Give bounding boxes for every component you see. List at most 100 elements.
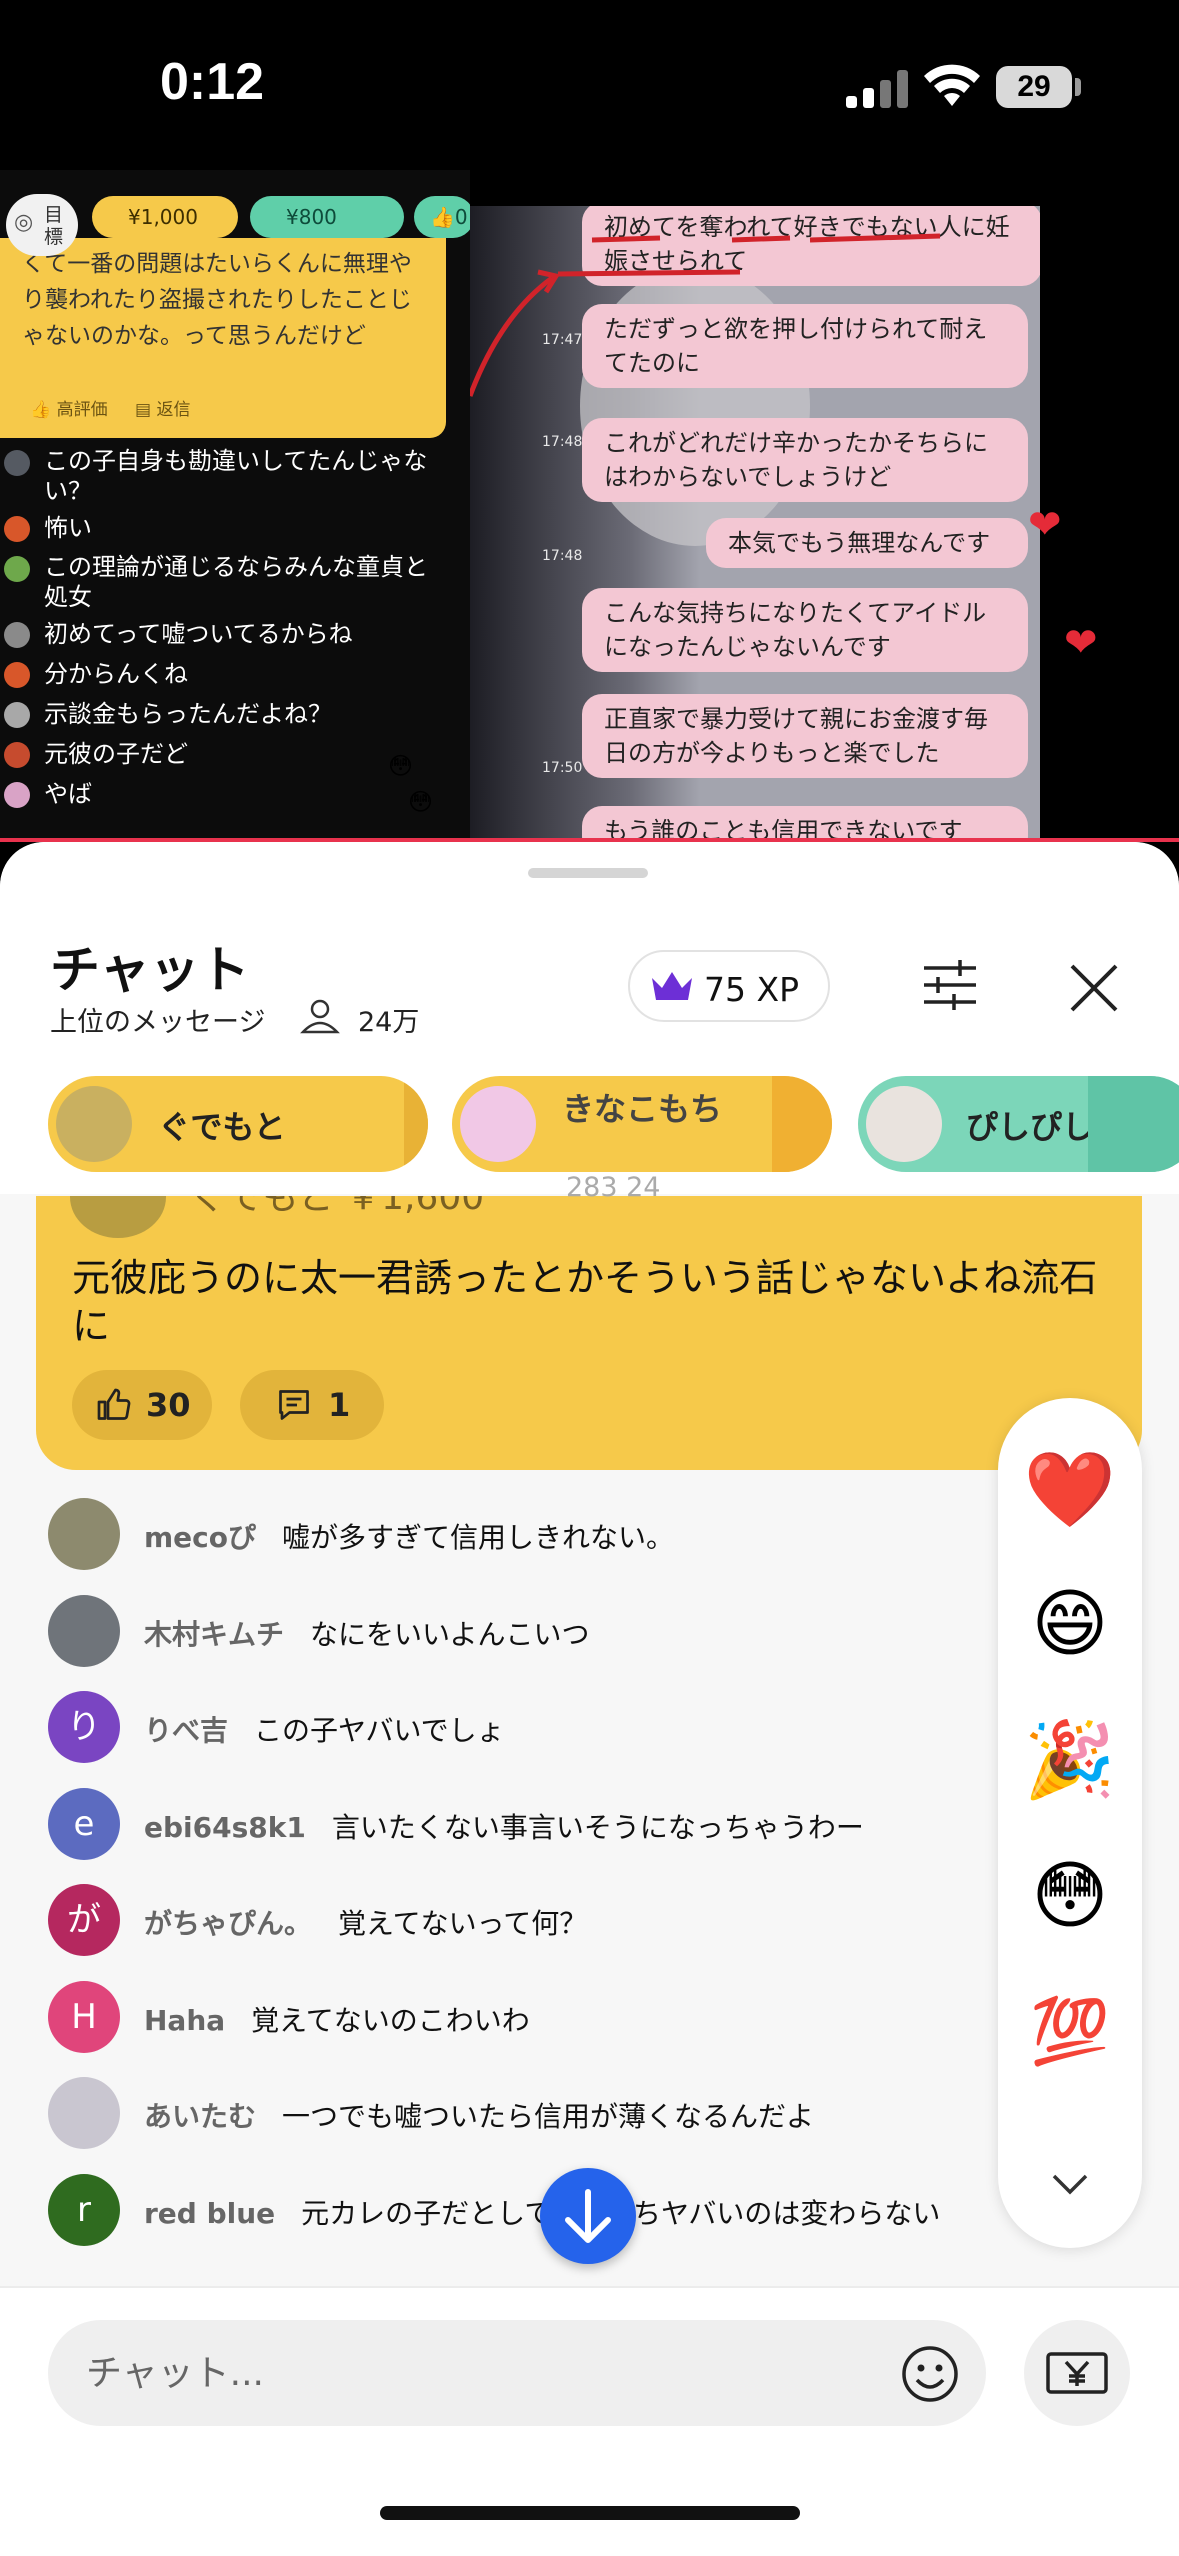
video-reply-label: 返信 xyxy=(156,400,191,420)
message-avatar[interactable]: り xyxy=(48,1691,120,1763)
status-time: 0:12 xyxy=(160,53,265,111)
like-button[interactable]: 30 xyxy=(72,1370,212,1440)
video-comment-avatar xyxy=(4,782,30,808)
chat-message[interactable]: あいたむ 一つでも嘘ついたら信用が薄くなるんだよ xyxy=(0,2077,1000,2174)
floating-heart-icon: ❤ xyxy=(1028,502,1062,548)
grin-reaction-icon[interactable]: 😄 xyxy=(1022,1576,1118,1672)
tier-chip-3-label: 0 xyxy=(454,205,468,229)
message-avatar[interactable] xyxy=(48,1498,120,1570)
message-bubble-text: これがどれだけ辛かったかそちらにはわからないでしょうけど xyxy=(604,429,988,491)
message-author[interactable]: ebi64s8k1 xyxy=(144,1811,306,1844)
video-comment-avatar xyxy=(4,450,30,476)
chat-filter-label[interactable]: 上位のメッセージ xyxy=(50,1000,265,1039)
xp-badge[interactable]: 75 XP xyxy=(628,950,830,1022)
highlight-avatar xyxy=(70,1196,166,1238)
message-author[interactable]: りべ吉 xyxy=(144,1714,228,1747)
message-text: なにをいいよんこいつ xyxy=(310,1617,590,1651)
video-comment-text: 初めてって嘘ついてるからね xyxy=(44,620,353,648)
video-comment-avatar xyxy=(4,622,30,648)
video-comment-text: この子自身も勘違いしてたんじゃない？ xyxy=(44,447,428,505)
message-text: 覚えてないって何？ xyxy=(338,1907,588,1940)
video-comment: 示談金もらったんだよね？ xyxy=(0,694,470,734)
pinned-user-name: ぴしぴし xyxy=(966,1108,1095,1146)
video-left-panel: くて一番の問題はたいらくんに無理やり襲われたり盗撮されたりしたことじゃないのかな… xyxy=(0,170,470,840)
reply-count: 1 xyxy=(328,1386,351,1424)
settings-sliders-icon[interactable] xyxy=(920,958,980,1012)
xp-value: 75 XP xyxy=(704,970,799,1009)
pinned-overlap-counts: 283 24 xyxy=(566,1172,661,1203)
party-popper-reaction-icon[interactable]: 🎉 xyxy=(1022,1712,1118,1808)
live-video[interactable]: くて一番の問題はたいらくんに無理やり襲われたり盗撮されたりしたことじゃないのかな… xyxy=(0,170,1179,840)
tier-chip-1000: ¥1,000 xyxy=(92,196,238,238)
video-comment: 分からんくね xyxy=(0,654,470,694)
highlighted-super-chat[interactable]: ぐでもと ￥1,600 元彼庇うのに太一君誘ったとかそういう話じゃないよね流石に… xyxy=(36,1196,1142,1470)
message-author[interactable]: 木村キムチ xyxy=(144,1618,284,1651)
video-right-panel: 初めてを奪われて好きでもない人に妊娠させられて ただずっと欲を押し付けられて耐え… xyxy=(470,206,1040,840)
super-chat-button[interactable] xyxy=(1024,2320,1130,2426)
chat-message[interactable]: が がちゃぴん。 覚えてないって何？ xyxy=(0,1884,1000,1981)
video-super-chat-text: くて一番の問題はたいらくんに無理やり襲われたり盗撮されたりしたことじゃないのかな… xyxy=(22,251,412,349)
emoji-picker-icon[interactable] xyxy=(900,2344,960,2404)
chat-composer xyxy=(0,2286,1179,2556)
chat-message[interactable]: り りべ吉 この子ヤバいでしょ xyxy=(0,1691,1000,1788)
close-icon[interactable] xyxy=(1066,960,1122,1016)
thumbs-up-icon xyxy=(97,1388,131,1420)
message-timestamp: 17:48 xyxy=(542,434,583,450)
message-bubble-text: 本気でもう無理なんです xyxy=(728,529,991,557)
video-super-chat-card: くて一番の問題はたいらくんに無理やり襲われたり盗撮されたりしたことじゃないのかな… xyxy=(0,238,446,438)
pinned-user-name: ぐでもと xyxy=(158,1108,286,1146)
message-author[interactable]: mecoぴ xyxy=(144,1521,256,1554)
message-line: ebi64s8k1 言いたくない事言いそうになっちゃうわー xyxy=(144,1806,864,1846)
message-bubble: 正直家で暴力受けて親にお金渡す毎日の方が今よりもっと楽でした xyxy=(582,694,1028,778)
message-author[interactable]: がちゃぴん。 xyxy=(144,1907,312,1940)
message-bubble-text: もう誰のことも信用できないです xyxy=(604,817,963,840)
chat-title: チャット xyxy=(50,941,250,999)
message-avatar[interactable] xyxy=(48,1594,120,1667)
pinned-user-chip[interactable]: ぐでもと xyxy=(48,1076,428,1172)
message-avatar[interactable]: r xyxy=(48,2173,120,2246)
message-text: この子ヤバいでしょ xyxy=(254,1714,505,1747)
highlight-header: ぐでもと ￥1,600 xyxy=(190,1196,485,1218)
video-comment-avatar xyxy=(4,556,30,582)
video-comment: 初めてって嘘ついてるからね xyxy=(0,614,470,654)
message-avatar[interactable]: H xyxy=(48,1980,120,2053)
message-author[interactable]: あいたむ xyxy=(144,2100,256,2133)
chat-message[interactable]: 木村キムチ なにをいいよんこいつ xyxy=(0,1594,1000,1692)
scroll-to-latest-button[interactable] xyxy=(540,2168,636,2264)
message-avatar[interactable]: e xyxy=(48,1787,120,1860)
flushed-emoji-icon: 😳 xyxy=(388,752,414,780)
reply-button[interactable]: 1 xyxy=(240,1370,384,1440)
goal-chip: ◎ 目標 xyxy=(6,194,78,256)
flushed-emoji-icon: 😳 xyxy=(408,788,434,816)
status-bar: 0:12 29 xyxy=(0,0,1179,170)
pinned-user-avatar xyxy=(460,1086,536,1162)
message-avatar[interactable]: が xyxy=(48,1884,120,1956)
heart-reaction-icon[interactable]: ❤️ xyxy=(1022,1442,1118,1538)
flushed-reaction-icon[interactable]: 😳 xyxy=(1022,1848,1118,1944)
floating-heart-icon: ❤ xyxy=(1064,620,1098,666)
chat-message[interactable]: mecoぴ 嘘が多すぎて信用しきれない。 xyxy=(0,1498,1000,1595)
like-count: 30 xyxy=(146,1386,191,1424)
chat-message[interactable]: e ebi64s8k1 言いたくない事言いそうになっちゃうわー xyxy=(0,1787,1000,1885)
reaction-rail: ❤️ 😄 🎉 😳 💯 xyxy=(998,1398,1142,2248)
chevron-down-icon[interactable] xyxy=(1048,2168,1092,2198)
chat-header: チャット 上位のメッセージ 24万 75 XP ぐでもと きなこもち ぴしぴし … xyxy=(0,842,1179,1203)
message-author[interactable]: Haha xyxy=(144,2004,225,2037)
hundred-reaction-icon[interactable]: 💯 xyxy=(1022,1984,1118,2080)
message-line: 木村キムチ なにをいいよんこいつ xyxy=(144,1613,589,1653)
pinned-user-avatar xyxy=(56,1086,132,1162)
video-comment-avatar xyxy=(4,662,30,688)
crown-icon xyxy=(652,972,692,1000)
home-indicator[interactable] xyxy=(380,2506,800,2520)
sheet-grabber[interactable] xyxy=(528,868,648,878)
person-icon xyxy=(300,999,340,1034)
pinned-user-accent xyxy=(1088,1076,1179,1172)
red-underline-annotation xyxy=(470,233,941,397)
chat-message[interactable]: H Haha 覚えてないのこわいわ xyxy=(0,1980,1000,2078)
message-author[interactable]: red blue xyxy=(144,2197,275,2230)
message-avatar[interactable] xyxy=(48,2077,120,2149)
chat-message[interactable]: r red blue元カレの子だとしてもこっちヤバいのは変わらない xyxy=(0,2173,1000,2271)
pinned-user-chip[interactable]: ぴしぴし xyxy=(858,1076,1179,1172)
pinned-user-chip[interactable]: きなこもち xyxy=(452,1076,832,1172)
chat-input[interactable] xyxy=(48,2320,986,2426)
